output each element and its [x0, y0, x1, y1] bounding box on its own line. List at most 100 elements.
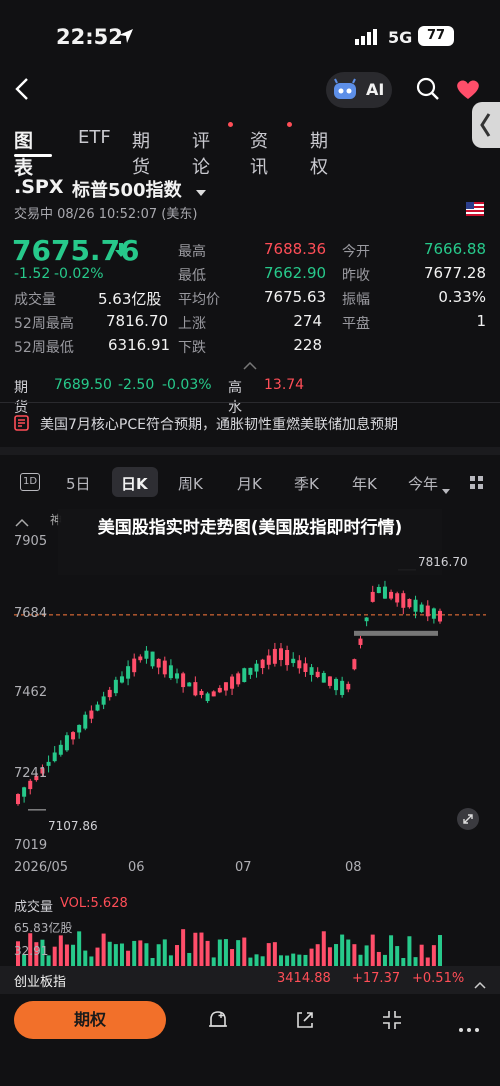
candle-body — [285, 649, 290, 666]
candle-body — [425, 605, 430, 617]
candle-body — [205, 693, 210, 702]
futures-change-pct: -0.03% — [162, 377, 212, 393]
volume-bar — [101, 933, 106, 966]
period-yearly-k[interactable]: 年K — [352, 473, 377, 494]
candle-body — [223, 682, 228, 691]
candle-body — [407, 598, 412, 608]
high-label: 最高 — [178, 244, 206, 260]
futures-label: 期货 — [14, 380, 28, 416]
news-text: 美国7月核心PCE符合预期，通胀韧性重燃美联储加息预期 — [40, 417, 398, 433]
candle-body — [89, 710, 94, 719]
period-ytd[interactable]: 今年 — [408, 473, 438, 494]
high-marker-label: 7816.70 — [418, 555, 468, 569]
volume-bar — [291, 953, 296, 966]
volume-bar — [370, 934, 375, 966]
tab-futures[interactable]: 期货 — [132, 127, 150, 179]
candle-body — [303, 663, 308, 672]
ticker-name: 创业板指 — [14, 975, 67, 990]
price-change: -1.52 — [14, 266, 51, 282]
ticker-expand-icon[interactable] — [474, 974, 486, 993]
layout-compress-icon[interactable] — [381, 1009, 403, 1035]
volume-bar — [254, 954, 259, 966]
more-icon[interactable] — [458, 1018, 480, 1037]
candle-body — [181, 673, 186, 688]
network-type: 5G — [388, 28, 413, 47]
candle-body — [431, 608, 436, 619]
volume-bar — [144, 943, 149, 966]
period-daily-k-label: 日K — [121, 475, 148, 493]
y-label-4: 7241 — [14, 766, 48, 781]
options-button[interactable]: 期权 — [14, 1001, 166, 1039]
tab-etf[interactable]: ETF — [78, 127, 111, 148]
period-1d[interactable]: 1D — [20, 473, 40, 491]
ai-button[interactable]: AI — [326, 72, 392, 108]
high-value: 7688.36 — [264, 240, 327, 258]
candle-body — [71, 732, 76, 740]
candle-body — [266, 655, 271, 665]
share-icon[interactable] — [294, 1009, 316, 1035]
period-quarterly-k[interactable]: 季K — [294, 473, 319, 494]
volume-bar — [327, 947, 332, 966]
x-label-4: 08 — [345, 860, 362, 875]
price-down-arrow-icon — [115, 242, 127, 261]
period-ytd-dropdown-icon[interactable] — [442, 480, 450, 499]
candle-body — [16, 794, 20, 805]
candle-body — [138, 656, 143, 661]
ticker-bar[interactable]: 创业板指 3414.88 +17.37 +0.51% — [0, 966, 500, 994]
prev-close-label: 昨收 — [342, 268, 370, 284]
candle-body — [28, 780, 33, 790]
tab-news[interactable]: 资讯 — [250, 127, 268, 179]
chevron-down-icon[interactable] — [196, 183, 206, 202]
tab-active-underline — [14, 154, 52, 157]
volume-bar — [309, 948, 314, 966]
y-label-1: 7905 — [14, 534, 48, 549]
volume-bar — [199, 932, 204, 966]
chart-settings-grid-icon[interactable] — [470, 475, 484, 494]
side-collapse-handle[interactable] — [472, 102, 500, 148]
trade-status: 交易中 08/26 10:52:07 (美东) — [14, 207, 198, 222]
battery-icon: 77 — [418, 26, 454, 46]
volume-bar — [64, 944, 69, 966]
collapse-up-icon[interactable] — [243, 355, 257, 374]
period-monthly-k[interactable]: 月K — [237, 473, 262, 494]
period-5d[interactable]: 5日 — [66, 473, 91, 494]
candle-body — [175, 673, 180, 679]
favorite-heart-icon[interactable] — [455, 78, 481, 104]
candle-body — [340, 680, 345, 695]
candle-body — [199, 690, 204, 695]
volume-value: 5.63亿股 — [98, 290, 162, 308]
volume-bar — [401, 957, 406, 966]
volume-bar — [266, 943, 271, 966]
battery-level: 77 — [426, 28, 446, 43]
volume-bar — [162, 939, 167, 966]
x-label-3: 07 — [235, 860, 252, 875]
tab-options[interactable]: 期权 — [310, 127, 328, 179]
volume-bar — [132, 940, 137, 966]
alert-bell-icon[interactable] — [207, 1009, 229, 1035]
candle-body — [438, 610, 442, 622]
candle-body — [119, 676, 124, 683]
ticker-price: 3414.88 — [277, 971, 331, 986]
candle-body — [144, 650, 149, 659]
chart-legend-toggle[interactable] — [14, 514, 38, 527]
tab-chart[interactable]: 图表 — [14, 126, 33, 180]
futures-change: -2.50 — [118, 377, 155, 393]
candle-body — [358, 638, 363, 645]
volume-bar — [113, 944, 118, 966]
low-label: 最低 — [178, 268, 206, 284]
volume-bar — [364, 945, 369, 966]
search-icon[interactable] — [416, 77, 440, 105]
candle-body — [315, 671, 320, 678]
amplitude-value: 0.33% — [438, 288, 486, 306]
period-weekly-k[interactable]: 周K — [178, 473, 203, 494]
volume-bar — [205, 940, 210, 966]
volume-bar — [230, 949, 235, 966]
fullscreen-expand-icon[interactable] — [457, 808, 479, 830]
ticker-pct: +0.51% — [412, 971, 465, 986]
back-icon[interactable] — [12, 76, 32, 106]
status-time: 22:52 — [56, 25, 123, 49]
flat-value: 1 — [476, 312, 486, 330]
overlay-title-box: 美国股指实时走势图(美国股指即时行情) — [58, 509, 442, 575]
stock-name[interactable]: 标普500指数 — [72, 176, 182, 202]
tab-comments[interactable]: 评论 — [192, 127, 210, 179]
